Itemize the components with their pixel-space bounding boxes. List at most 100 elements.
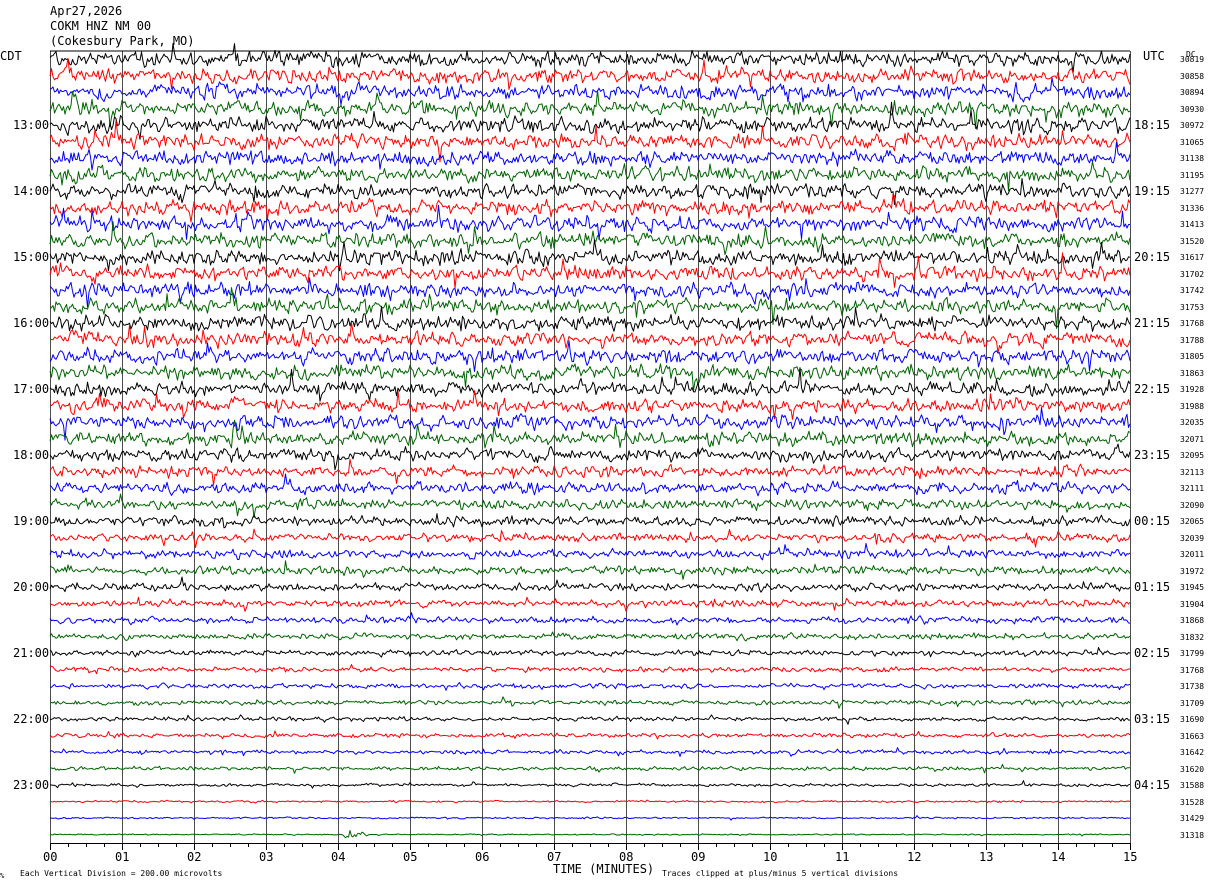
dc-offset-label: 31277 <box>1180 187 1205 196</box>
trace-row <box>49 58 1131 90</box>
dc-offset-label: 31742 <box>1180 286 1205 295</box>
trace-row <box>49 596 1131 612</box>
header-date: Apr27,2026 <box>50 4 123 18</box>
dc-offset-label: 31904 <box>1180 599 1205 609</box>
dc-offset-label: 32113 <box>1180 467 1205 477</box>
dc-offset-label: 31429 <box>1180 814 1205 823</box>
trace-row <box>49 763 1130 774</box>
dc-offset-label: 32090 <box>1180 500 1205 510</box>
dc-offset-label: 31709 <box>1180 698 1205 708</box>
trace-row <box>49 178 1131 205</box>
dc-offset-label: 31195 <box>1180 170 1205 180</box>
trace-row <box>49 141 1131 171</box>
dc-offset-label: 32035 <box>1180 418 1205 427</box>
trace-row <box>49 576 1131 593</box>
trace-row <box>49 631 1131 642</box>
scale-note: Each Vertical Division = 200.00 microvol… <box>20 869 223 878</box>
x-tick-label: 15 <box>1123 850 1138 864</box>
dc-offset-label: 31768 <box>1180 319 1205 328</box>
x-tick-label: 11 <box>835 850 850 864</box>
trace-row <box>49 664 1131 675</box>
left-hour-label: 20:00 <box>13 580 50 594</box>
right-hour-label: 20:15 <box>1134 250 1171 264</box>
time-axis <box>50 843 1131 850</box>
left-axis-title: CDT <box>0 49 22 63</box>
x-tick-label: 10 <box>763 850 778 864</box>
trace-row <box>49 560 1131 580</box>
clip-note: Traces clipped at plus/minus 5 vertical … <box>662 869 899 878</box>
trace-row <box>49 120 1131 163</box>
dc-offset-label: 31528 <box>1180 797 1205 807</box>
dc-offset-label: 31788 <box>1180 335 1205 345</box>
trace-row <box>49 714 1131 725</box>
trace-row <box>49 101 1131 140</box>
dc-offset-label: 31642 <box>1180 748 1205 757</box>
dc-offset-label: 31690 <box>1180 715 1205 724</box>
trace-row <box>49 513 1131 529</box>
header-station: COKM HNZ NM 00 <box>50 19 152 33</box>
right-hour-label: 18:15 <box>1134 118 1171 132</box>
left-hour-label: 16:00 <box>13 316 50 330</box>
trace-row <box>49 696 1131 709</box>
left-hour-label: 18:00 <box>13 448 50 462</box>
dc-offset-label: 32095 <box>1180 451 1205 460</box>
trace-row <box>49 252 1131 289</box>
trace-row <box>49 407 1131 441</box>
right-hour-label: 19:15 <box>1134 184 1171 198</box>
trace-row <box>49 799 1131 804</box>
x-tick-label: 01 <box>115 850 130 864</box>
x-tick-label: 05 <box>403 850 418 864</box>
dc-offset-label: 32071 <box>1180 434 1205 444</box>
x-tick-label: 04 <box>331 850 346 864</box>
dc-offset-label: 31972 <box>1180 566 1205 576</box>
x-tick-label: 13 <box>979 850 994 864</box>
right-hour-label: 23:15 <box>1134 448 1171 462</box>
right-hour-label: 04:15 <box>1134 778 1171 792</box>
trace-row <box>49 493 1131 518</box>
left-hour-label: 13:00 <box>13 118 50 132</box>
dc-offset-label: 30894 <box>1180 88 1205 97</box>
left-hour-label: 22:00 <box>13 712 50 726</box>
trace-row <box>49 815 1131 821</box>
left-hour-label: 15:00 <box>13 250 50 264</box>
left-hour-label: 19:00 <box>13 514 50 528</box>
right-hour-label: 03:15 <box>1134 712 1171 726</box>
dc-offset-label: 31738 <box>1180 682 1205 691</box>
trace-row <box>49 390 1131 420</box>
trace-layer <box>49 42 1131 839</box>
dc-offset-label: 31520 <box>1180 236 1205 246</box>
dc-offset-label: 31318 <box>1180 830 1205 840</box>
dc-offset-label: 31588 <box>1180 781 1205 790</box>
trace-row <box>50 322 1131 354</box>
dc-offset-label: 31663 <box>1180 731 1205 741</box>
trace-row <box>49 363 1131 392</box>
dc-offset-label: 31799 <box>1180 649 1205 658</box>
x-axis-label: TIME (MINUTES) <box>553 862 655 876</box>
dc-offset-label: 31620 <box>1180 764 1205 774</box>
trace-row <box>49 305 1131 332</box>
trace-row <box>49 443 1131 471</box>
header-location: (Cokesbury Park, MO) <box>50 34 195 48</box>
trace-row <box>49 193 1131 223</box>
trace-row <box>49 730 1131 740</box>
dc-offset-label: 31753 <box>1180 302 1205 312</box>
dc-offset-label: 31138 <box>1180 154 1205 163</box>
helicorder-plot <box>49 42 1131 850</box>
trace-row <box>49 473 1131 497</box>
x-tick-label: 06 <box>475 850 490 864</box>
right-hour-label: 00:15 <box>1134 514 1171 528</box>
trace-row <box>49 204 1131 240</box>
dc-offset-label: 30930 <box>1180 104 1205 114</box>
left-hour-label: 17:00 <box>13 382 50 396</box>
left-hour-label: 14:00 <box>13 184 50 198</box>
right-hour-label: 01:15 <box>1134 580 1171 594</box>
x-tick-label: 12 <box>907 850 922 864</box>
dc-offset-label: 30972 <box>1180 121 1205 130</box>
x-tick-label: 00 <box>43 850 58 864</box>
dc-offset-label: 31832 <box>1180 632 1205 642</box>
dc-offset-label: 31702 <box>1180 269 1205 279</box>
trace-row <box>50 780 1131 789</box>
x-tick-label: 02 <box>187 850 202 864</box>
trace-row <box>49 612 1131 626</box>
dc-offset-label: 31988 <box>1180 401 1205 411</box>
